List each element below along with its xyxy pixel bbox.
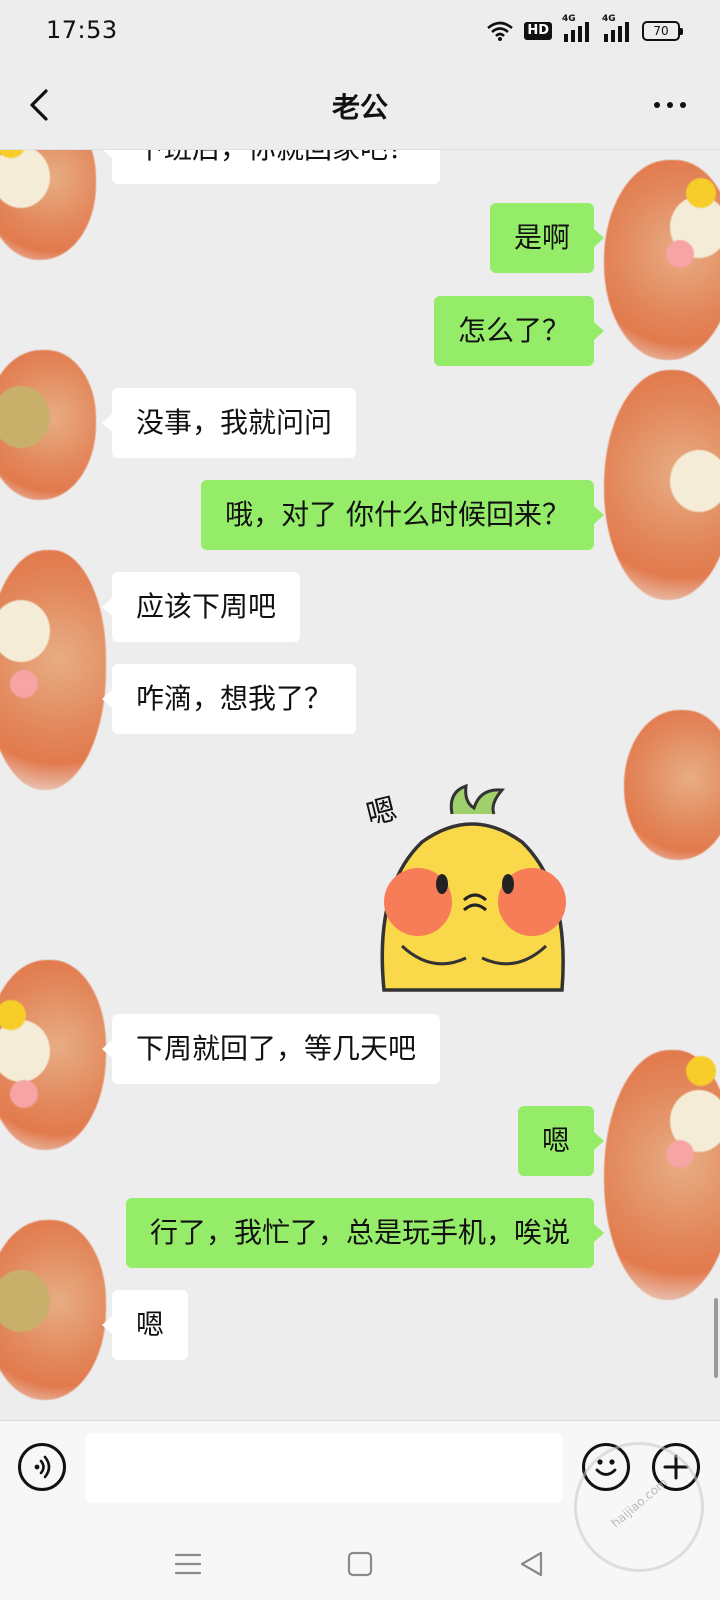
status-time: 17:53 xyxy=(46,16,118,44)
system-nav-bar xyxy=(0,1530,720,1600)
signal-icon-2: 4G xyxy=(602,14,632,42)
message-bubble-sent[interactable]: 是啊 xyxy=(489,203,605,273)
wifi-icon xyxy=(486,20,514,42)
square-icon xyxy=(347,1551,373,1577)
sticker-message[interactable]: 嗯 xyxy=(362,778,586,993)
message-bubble-received[interactable]: 咋滴，想我了？ xyxy=(101,664,357,734)
message-bubble-sent[interactable]: 怎么了？ xyxy=(433,296,605,366)
my-avatar[interactable] xyxy=(604,370,720,600)
message-bubble-sent[interactable]: 嗯 xyxy=(517,1106,605,1176)
message-bubble-sent[interactable]: 行了，我忙了，总是玩手机，唉说 xyxy=(125,1198,605,1268)
contact-avatar[interactable] xyxy=(0,960,106,1150)
my-avatar[interactable] xyxy=(604,1050,720,1300)
more-button[interactable] xyxy=(640,82,700,128)
signal-2-label: 4G xyxy=(602,14,616,24)
menu-lines-icon xyxy=(174,1553,202,1575)
message-bubble-received[interactable]: 下周就回了，等几天吧 xyxy=(101,1014,441,1084)
sticker-caption: 嗯 xyxy=(363,792,401,833)
nav-menu-button[interactable] xyxy=(168,1544,208,1584)
more-dots-icon xyxy=(654,102,660,108)
status-icons: HD 4G 4G 70 xyxy=(486,14,683,44)
hd-badge: HD xyxy=(524,22,552,40)
voice-icon xyxy=(34,1455,51,1479)
plus-button[interactable] xyxy=(652,1443,700,1491)
emoji-icon xyxy=(595,1459,617,1476)
plus-icon xyxy=(663,1454,689,1480)
nav-back-button[interactable] xyxy=(512,1544,552,1584)
message-bubble-received[interactable]: 下班后，你就回家吧？ xyxy=(101,150,441,184)
chat-header: 老公 xyxy=(0,62,720,150)
contact-avatar[interactable] xyxy=(0,550,106,790)
emoji-button[interactable] xyxy=(582,1443,630,1491)
contact-avatar[interactable] xyxy=(0,350,96,500)
message-bubble-received[interactable]: 嗯 xyxy=(101,1290,189,1360)
nav-home-button[interactable] xyxy=(340,1544,380,1584)
input-bar xyxy=(0,1420,720,1530)
my-avatar[interactable] xyxy=(604,160,720,360)
my-avatar[interactable] xyxy=(624,710,720,860)
voice-button[interactable] xyxy=(18,1443,66,1491)
battery-icon: 70 xyxy=(642,21,683,41)
message-bubble-sent[interactable]: 哦，对了 你什么时候回来？ xyxy=(201,480,604,550)
message-bubble-received[interactable]: 没事，我就问问 xyxy=(101,388,357,458)
message-bubble-received[interactable]: 应该下周吧 xyxy=(101,572,301,642)
status-bar: 17:53 HD 4G 4G 70 xyxy=(0,0,720,62)
signal-1-label: 4G xyxy=(562,14,576,24)
chat-title: 老公 xyxy=(331,91,388,124)
pineapple-sticker-icon: 嗯 xyxy=(363,783,566,992)
chat-area[interactable]: 下班后，你就回家吧？ 是啊 怎么了？ 没事，我就问问 哦，对了 你什么时候回来？… xyxy=(0,150,720,1420)
scrollbar[interactable] xyxy=(714,1298,718,1378)
battery-level: 70 xyxy=(653,24,669,38)
contact-avatar[interactable] xyxy=(0,150,96,260)
contact-avatar[interactable] xyxy=(0,1220,106,1400)
message-input[interactable] xyxy=(86,1433,562,1503)
signal-icon-1: 4G xyxy=(562,14,592,42)
triangle-back-icon xyxy=(520,1551,543,1577)
